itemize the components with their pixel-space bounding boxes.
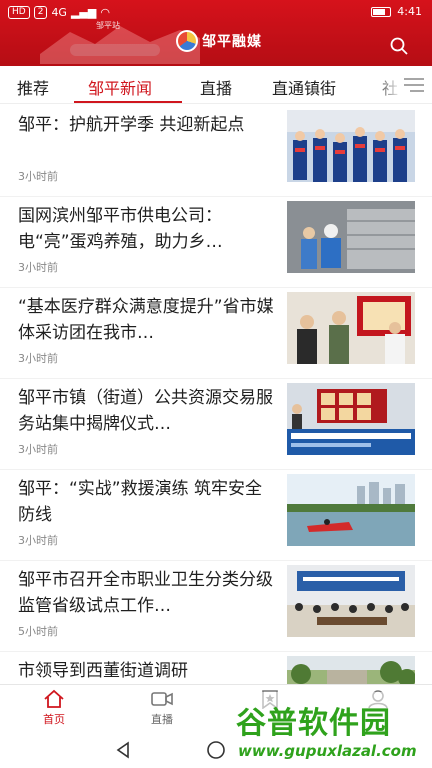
search-icon[interactable]	[390, 37, 408, 55]
nav-home[interactable]: 首页	[24, 689, 84, 727]
news-title: 市领导到西董街道调研	[18, 661, 188, 681]
news-time: 3小时前	[18, 170, 58, 183]
news-title: 邹平市召开全市职业卫生分类分级监管省级试点工作…	[18, 570, 273, 616]
news-time: 3小时前	[18, 352, 58, 365]
home-circle-icon[interactable]	[206, 740, 226, 760]
app-logo: 邹平融媒	[176, 30, 262, 52]
network-label: 4G	[51, 6, 67, 19]
news-title: 邹平：“实战”救援演练 筑牢安全防线	[18, 479, 263, 525]
watermark-url: www.gupuxlazal.com	[238, 742, 417, 760]
status-bar: HD 2 4G ▂▄▆ ◠ 4:41	[0, 0, 432, 26]
news-thumbnail	[287, 383, 415, 455]
tab-direct-towns[interactable]: 直通镇街	[272, 75, 336, 99]
tab-live[interactable]: 直播	[200, 75, 232, 99]
sim-badge: HD	[8, 6, 30, 19]
news-time: 3小时前	[18, 534, 58, 547]
news-thumbnail	[287, 565, 415, 637]
status-time: 4:41	[397, 5, 422, 18]
nav-live-label: 直播	[151, 713, 173, 726]
news-thumbnail	[287, 110, 415, 182]
brand-name: 邹平融媒	[202, 34, 262, 50]
news-item[interactable]: 邹平：护航开学季 共迎新起点 3小时前	[0, 106, 432, 197]
nav-home-label: 首页	[43, 713, 65, 726]
station-label: 邹平站	[96, 21, 120, 30]
news-title: 邹平市镇（街道）公共资源交易服务站集中揭牌仪式…	[18, 388, 273, 434]
back-icon[interactable]	[114, 741, 132, 759]
news-time: 5小时前	[18, 625, 58, 638]
wifi-icon: ◠	[100, 6, 110, 19]
tab-recommend[interactable]: 推荐	[17, 75, 49, 99]
tab-zouping-news[interactable]: 邹平新闻	[88, 75, 152, 99]
logo-mark-icon	[176, 30, 198, 52]
news-item[interactable]: 邹平市召开全市职业卫生分类分级监管省级试点工作… 5小时前	[0, 561, 432, 652]
tab-menu-icon[interactable]	[402, 75, 426, 95]
battery-icon	[371, 6, 392, 17]
active-tab-underline	[74, 101, 182, 103]
app-header: HD 2 4G ▂▄▆ ◠ 4:41 邹平站 邹平融媒	[0, 0, 432, 66]
news-thumbnail	[287, 292, 415, 364]
watermark-name: 谷普软件园	[236, 706, 391, 741]
news-time: 3小时前	[18, 443, 58, 456]
tabs-fade	[372, 70, 402, 98]
news-item[interactable]: “基本医疗群众满意度提升”省市媒体采访团在我市… 3小时前	[0, 288, 432, 379]
video-camera-icon	[151, 692, 173, 706]
news-time: 3小时前	[18, 261, 58, 274]
news-title: 邹平：护航开学季 共迎新起点	[18, 115, 245, 135]
news-item[interactable]: 邹平：“实战”救援演练 筑牢安全防线 3小时前	[0, 470, 432, 561]
news-thumbnail	[287, 201, 415, 273]
sim-number: 2	[33, 6, 48, 19]
news-item[interactable]: 邹平市镇（街道）公共资源交易服务站集中揭牌仪式… 3小时前	[0, 379, 432, 470]
category-tabs: 推荐 邹平新闻 直播 直通镇街 社	[0, 66, 432, 104]
news-title: “基本医疗群众满意度提升”省市媒体采访团在我市…	[18, 297, 274, 343]
watermark: 谷普软件园 www.gupuxlazal.com	[232, 692, 432, 768]
nav-live[interactable]: 直播	[132, 689, 192, 727]
signal-icon: ▂▄▆	[70, 6, 97, 19]
news-thumbnail	[287, 474, 415, 546]
news-item[interactable]: 国网滨州邹平市供电公司：电“亮”蛋鸡养殖，助力乡… 3小时前	[0, 197, 432, 288]
home-icon	[44, 689, 64, 708]
news-title: 国网滨州邹平市供电公司：电“亮”蛋鸡养殖，助力乡…	[18, 206, 223, 252]
